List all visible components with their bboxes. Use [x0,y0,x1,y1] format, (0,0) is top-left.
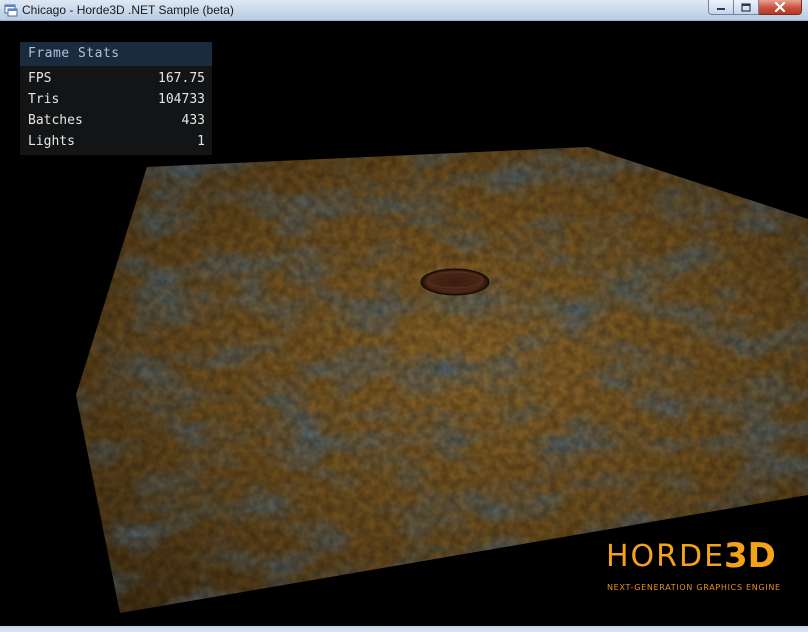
stats-label: Batches [28,113,83,128]
frame-stats-title: Frame Stats [20,42,212,66]
maximize-icon [741,2,751,12]
logo-mark: 3D [724,536,776,576]
close-icon [774,2,786,12]
maximize-button[interactable] [734,0,759,15]
horde3d-logo: HORDE 3D NEXT-GENERATION GRAPHICS ENGINE [606,536,796,596]
stats-row-tris: Tris 104733 [20,89,212,110]
manhole-object [420,268,490,296]
stats-label: Lights [28,134,75,149]
stats-value: 104733 [158,92,205,107]
minimize-icon [717,8,725,10]
window-title: Chicago - Horde3D .NET Sample (beta) [22,3,234,17]
stats-label: FPS [28,71,52,86]
stats-row-lights: Lights 1 [20,131,212,152]
render-viewport[interactable]: Frame Stats FPS 167.75 Tris 104733 Batch… [0,21,808,626]
window-bottom-border [0,626,808,632]
stats-row-fps: FPS 167.75 [20,68,212,89]
close-button[interactable] [759,0,802,15]
stats-value: 1 [197,134,205,149]
frame-stats-body: FPS 167.75 Tris 104733 Batches 433 Light… [20,66,212,155]
stats-value: 167.75 [158,71,205,86]
logo-word: HORDE [606,539,726,574]
stats-value: 433 [181,113,205,128]
app-window-icon[interactable] [4,3,18,17]
logo-tagline: NEXT-GENERATION GRAPHICS ENGINE [607,583,781,592]
stats-row-batches: Batches 433 [20,110,212,131]
title-bar[interactable]: Chicago - Horde3D .NET Sample (beta) [0,0,808,21]
minimize-button[interactable] [708,0,734,15]
frame-stats-panel: Frame Stats FPS 167.75 Tris 104733 Batch… [20,42,212,155]
stats-label: Tris [28,92,60,107]
caption-buttons [708,0,802,15]
